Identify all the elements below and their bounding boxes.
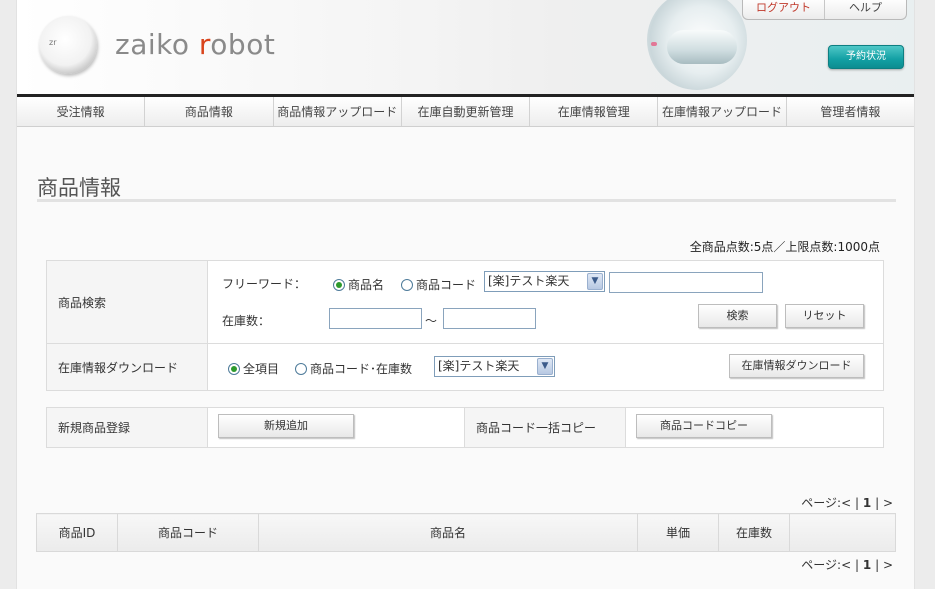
product-table: 商品ID 商品コード 商品名 単価 在庫数 (36, 513, 896, 552)
help-link[interactable]: ヘルプ (825, 0, 906, 19)
download-shop-select-value: [楽]テスト楽天 (438, 359, 520, 373)
download-label: 在庫情報ダウンロード (46, 343, 208, 391)
logo-text-r: r (198, 28, 211, 61)
search-button[interactable]: 検索 (698, 304, 777, 328)
page: zr zaiko robot ログアウト ヘルプ 予約状況 受注情報 商品情報 … (16, 0, 915, 589)
pager-next[interactable]: > (883, 496, 893, 510)
radio-checked-icon (333, 279, 345, 291)
radio-all-items[interactable]: 全項目 (228, 360, 279, 377)
radio-code-stock-label: 商品コード･在庫数 (310, 362, 413, 376)
search-shop-select[interactable]: [楽]テスト楽天 ▼ (484, 271, 605, 292)
nav-auto-stock-update[interactable]: 在庫自動更新管理 (402, 97, 531, 126)
pager-prev[interactable]: < (841, 496, 851, 510)
logo-text-a: zaiko (115, 28, 199, 61)
radio-code-stock[interactable]: 商品コード･在庫数 (295, 360, 412, 377)
radio-product-name-label: 商品名 (348, 278, 385, 292)
register-cell: 新規追加 (207, 407, 465, 448)
stock-download-button[interactable]: 在庫情報ダウンロード (729, 354, 864, 378)
logout-link[interactable]: ログアウト (743, 0, 825, 19)
logo-mark: zr (39, 16, 97, 74)
download-fields: 全項目 商品コード･在庫数 [楽]テスト楽天 ▼ 在庫情報ダウンロード (207, 343, 884, 391)
pager-prefix: ページ: (801, 496, 842, 510)
pager-bottom: ページ:< | 1 | > (801, 556, 893, 573)
pager-top: ページ:< | 1 | > (801, 494, 893, 511)
search-label: 商品検索 (46, 260, 208, 344)
code-copy-button[interactable]: 商品コードコピー (636, 414, 772, 438)
radio-unchecked-icon (401, 279, 413, 291)
header: zr zaiko robot ログアウト ヘルプ 予約状況 (17, 0, 914, 94)
search-fields: フリーワード： 商品名 商品コード [楽]テスト楽天 ▼ 在庫数： ～ 検索 リセ… (207, 260, 884, 344)
logo-text: zaiko robot (115, 28, 275, 61)
chevron-down-icon: ▼ (587, 273, 603, 290)
pager-sep: | (875, 496, 880, 510)
column-header-stock: 在庫数 (718, 513, 790, 552)
stock-to-input[interactable] (443, 308, 536, 329)
search-panel: 商品検索 フリーワード： 商品名 商品コード [楽]テスト楽天 ▼ 在庫数： ～ … (46, 260, 884, 391)
download-shop-select[interactable]: [楽]テスト楽天 ▼ (434, 356, 555, 377)
radio-checked-icon (228, 363, 240, 375)
header-links: ログアウト ヘルプ (742, 0, 907, 20)
pager-current[interactable]: 1 (863, 558, 871, 572)
pager-next[interactable]: > (883, 558, 893, 572)
logo-mark-text: zr (49, 38, 57, 47)
column-header-price: 単価 (637, 513, 719, 552)
pager-prefix: ページ: (801, 558, 842, 572)
table-header-row: 商品ID 商品コード 商品名 単価 在庫数 (36, 513, 896, 552)
title-divider (37, 199, 896, 202)
nav-products[interactable]: 商品情報 (145, 97, 274, 126)
code-copy-cell: 商品コードコピー (625, 407, 884, 448)
radio-all-items-label: 全項目 (243, 362, 280, 376)
register-label: 新規商品登録 (46, 407, 208, 448)
pager-sep: | (855, 558, 860, 572)
new-product-button[interactable]: 新規追加 (218, 414, 354, 438)
pager-current[interactable]: 1 (863, 496, 871, 510)
code-copy-label: 商品コード一括コピー (464, 407, 626, 448)
product-totals: 全商品点数:5点／上限点数:1000点 (689, 240, 880, 254)
reset-button[interactable]: リセット (785, 304, 864, 328)
stock-from-input[interactable] (329, 308, 422, 329)
pager-sep: | (875, 558, 880, 572)
freeword-input[interactable] (609, 272, 763, 293)
range-tilde: ～ (425, 314, 438, 328)
nav-orders[interactable]: 受注情報 (17, 97, 146, 126)
column-header-actions (789, 513, 896, 552)
page-title: 商品情報 (37, 176, 121, 200)
column-header-code: 商品コード (117, 513, 259, 552)
nav-stock-management[interactable]: 在庫情報管理 (530, 97, 659, 126)
radio-product-name[interactable]: 商品名 (333, 276, 384, 293)
pager-prev[interactable]: < (841, 558, 851, 572)
radio-unchecked-icon (295, 363, 307, 375)
register-panel: 新規商品登録 新規追加 商品コード一括コピー 商品コードコピー (46, 407, 884, 448)
pager-sep: | (855, 496, 860, 510)
nav-product-upload[interactable]: 商品情報アップロード (274, 97, 402, 126)
column-header-id: 商品ID (36, 513, 118, 552)
freeword-label: フリーワード： (222, 277, 307, 291)
search-shop-select-value: [楽]テスト楽天 (488, 274, 570, 288)
logo-text-b: obot (210, 28, 276, 61)
radio-product-code[interactable]: 商品コード (401, 276, 476, 293)
radio-product-code-label: 商品コード (416, 278, 477, 292)
nav-admin[interactable]: 管理者情報 (787, 97, 914, 126)
reservation-status-button[interactable]: 予約状況 (828, 45, 904, 69)
column-header-name: 商品名 (258, 513, 638, 552)
robot-decoration-image (637, 0, 757, 94)
chevron-down-icon: ▼ (537, 358, 553, 375)
stock-label: 在庫数： (222, 314, 271, 328)
main-nav: 受注情報 商品情報 商品情報アップロード 在庫自動更新管理 在庫情報管理 在庫情… (17, 94, 914, 127)
nav-stock-upload[interactable]: 在庫情報アップロード (658, 97, 787, 126)
